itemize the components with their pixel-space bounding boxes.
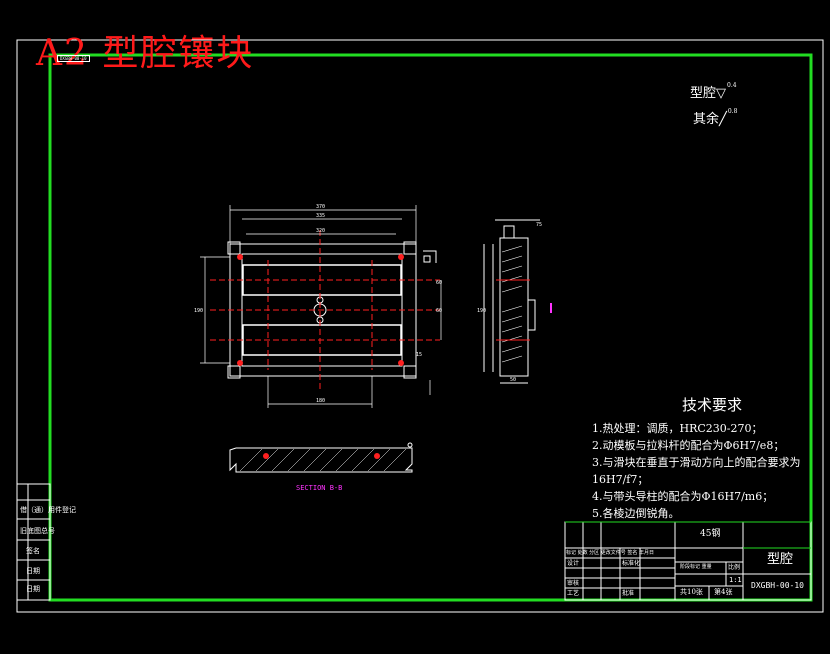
tech-item: 4.与带头导柱的配合为Φ16H7/m6；	[592, 490, 774, 503]
roughness-cavity-label: 型腔	[690, 86, 717, 101]
title-block-green-outline	[565, 521, 811, 549]
section-hole-left	[263, 453, 269, 459]
section-hole-right	[374, 453, 380, 459]
title-row: 工艺	[567, 590, 580, 597]
sheets-total: 共10张	[680, 588, 703, 596]
material-label: 45钢	[700, 529, 721, 539]
section-label: SECTION B-B	[296, 484, 343, 492]
side-panel-item: 旧底图总号	[20, 527, 55, 535]
dim-side-top: 75	[536, 222, 542, 228]
roughness-symbol-icon: ▽	[716, 86, 727, 101]
title-mid-label: 批准	[622, 590, 635, 597]
side-panel-item: 借（通）用件登记	[20, 506, 76, 514]
roughness-cavity-value: 0.4	[727, 82, 737, 89]
green-frame	[48, 53, 813, 602]
dim-top-overall: 370	[316, 204, 325, 210]
scale-value: 1:1	[729, 576, 742, 584]
side-hatch	[501, 245, 523, 363]
dim-top-inner2: 320	[316, 228, 325, 234]
sheet-number: 第4张	[714, 588, 733, 596]
dim-side-bottom: 50	[510, 377, 516, 383]
roughness-rest-label: 其余	[693, 112, 720, 127]
title-mid-label: 标准化	[622, 560, 641, 567]
side-view	[483, 219, 540, 384]
tech-item: 1.热处理：调质，HRC230-270；	[592, 422, 763, 435]
dim-side-left: 190	[477, 308, 486, 314]
roughness-rest-value: 0.8	[727, 108, 738, 115]
section-view	[229, 447, 413, 473]
drawing-title: A2 型腔镶块	[36, 33, 255, 74]
side-panel	[16, 483, 51, 601]
title-row: 标记 处数 分区 更改文件号 签名 年月日	[566, 550, 654, 556]
dim-right-a: 60	[436, 280, 442, 286]
title-row: 审核	[567, 580, 580, 587]
dim-bottom: 180	[316, 398, 325, 404]
drawing-stamp: DXGBH-00-10	[57, 55, 90, 62]
roughness-symbol-icon: ╱	[719, 112, 727, 127]
tech-item: 16H7/f7；	[592, 473, 649, 486]
stage-labels: 阶段标记 重量	[680, 564, 712, 570]
section-hatch	[239, 448, 407, 472]
dim-top-inner1: 335	[316, 213, 325, 219]
side-panel-item: 日期	[26, 567, 40, 575]
tech-item: 5.各棱边倒锐角。	[592, 507, 680, 520]
dim-right-c: 15	[416, 352, 422, 358]
part-name: 型腔	[767, 552, 794, 567]
scale-header: 比例	[728, 564, 741, 571]
roughness-cavity: 型腔▽0.4	[690, 82, 737, 101]
side-dim-labels: 75 190 50	[477, 222, 542, 383]
dim-left-outer: 190	[194, 308, 203, 314]
tech-item: 2.动模板与拉料杆的配合为Φ6H7/e8；	[592, 439, 785, 452]
magenta-marker	[550, 303, 552, 313]
roughness-rest: 其余╱0.8	[693, 108, 737, 127]
side-panel-item: 签名	[26, 547, 40, 555]
tech-requirements-heading: 技术要求	[682, 396, 743, 414]
section-mark	[407, 442, 413, 448]
tech-item: 3.与滑块在垂直于滑动方向上的配合要求为	[592, 456, 801, 469]
drawing-number: DXGBH-00-10	[751, 581, 804, 590]
side-panel-item: 日期	[26, 585, 40, 593]
dim-right-b: 60	[436, 308, 442, 314]
title-row: 设计	[567, 560, 580, 567]
